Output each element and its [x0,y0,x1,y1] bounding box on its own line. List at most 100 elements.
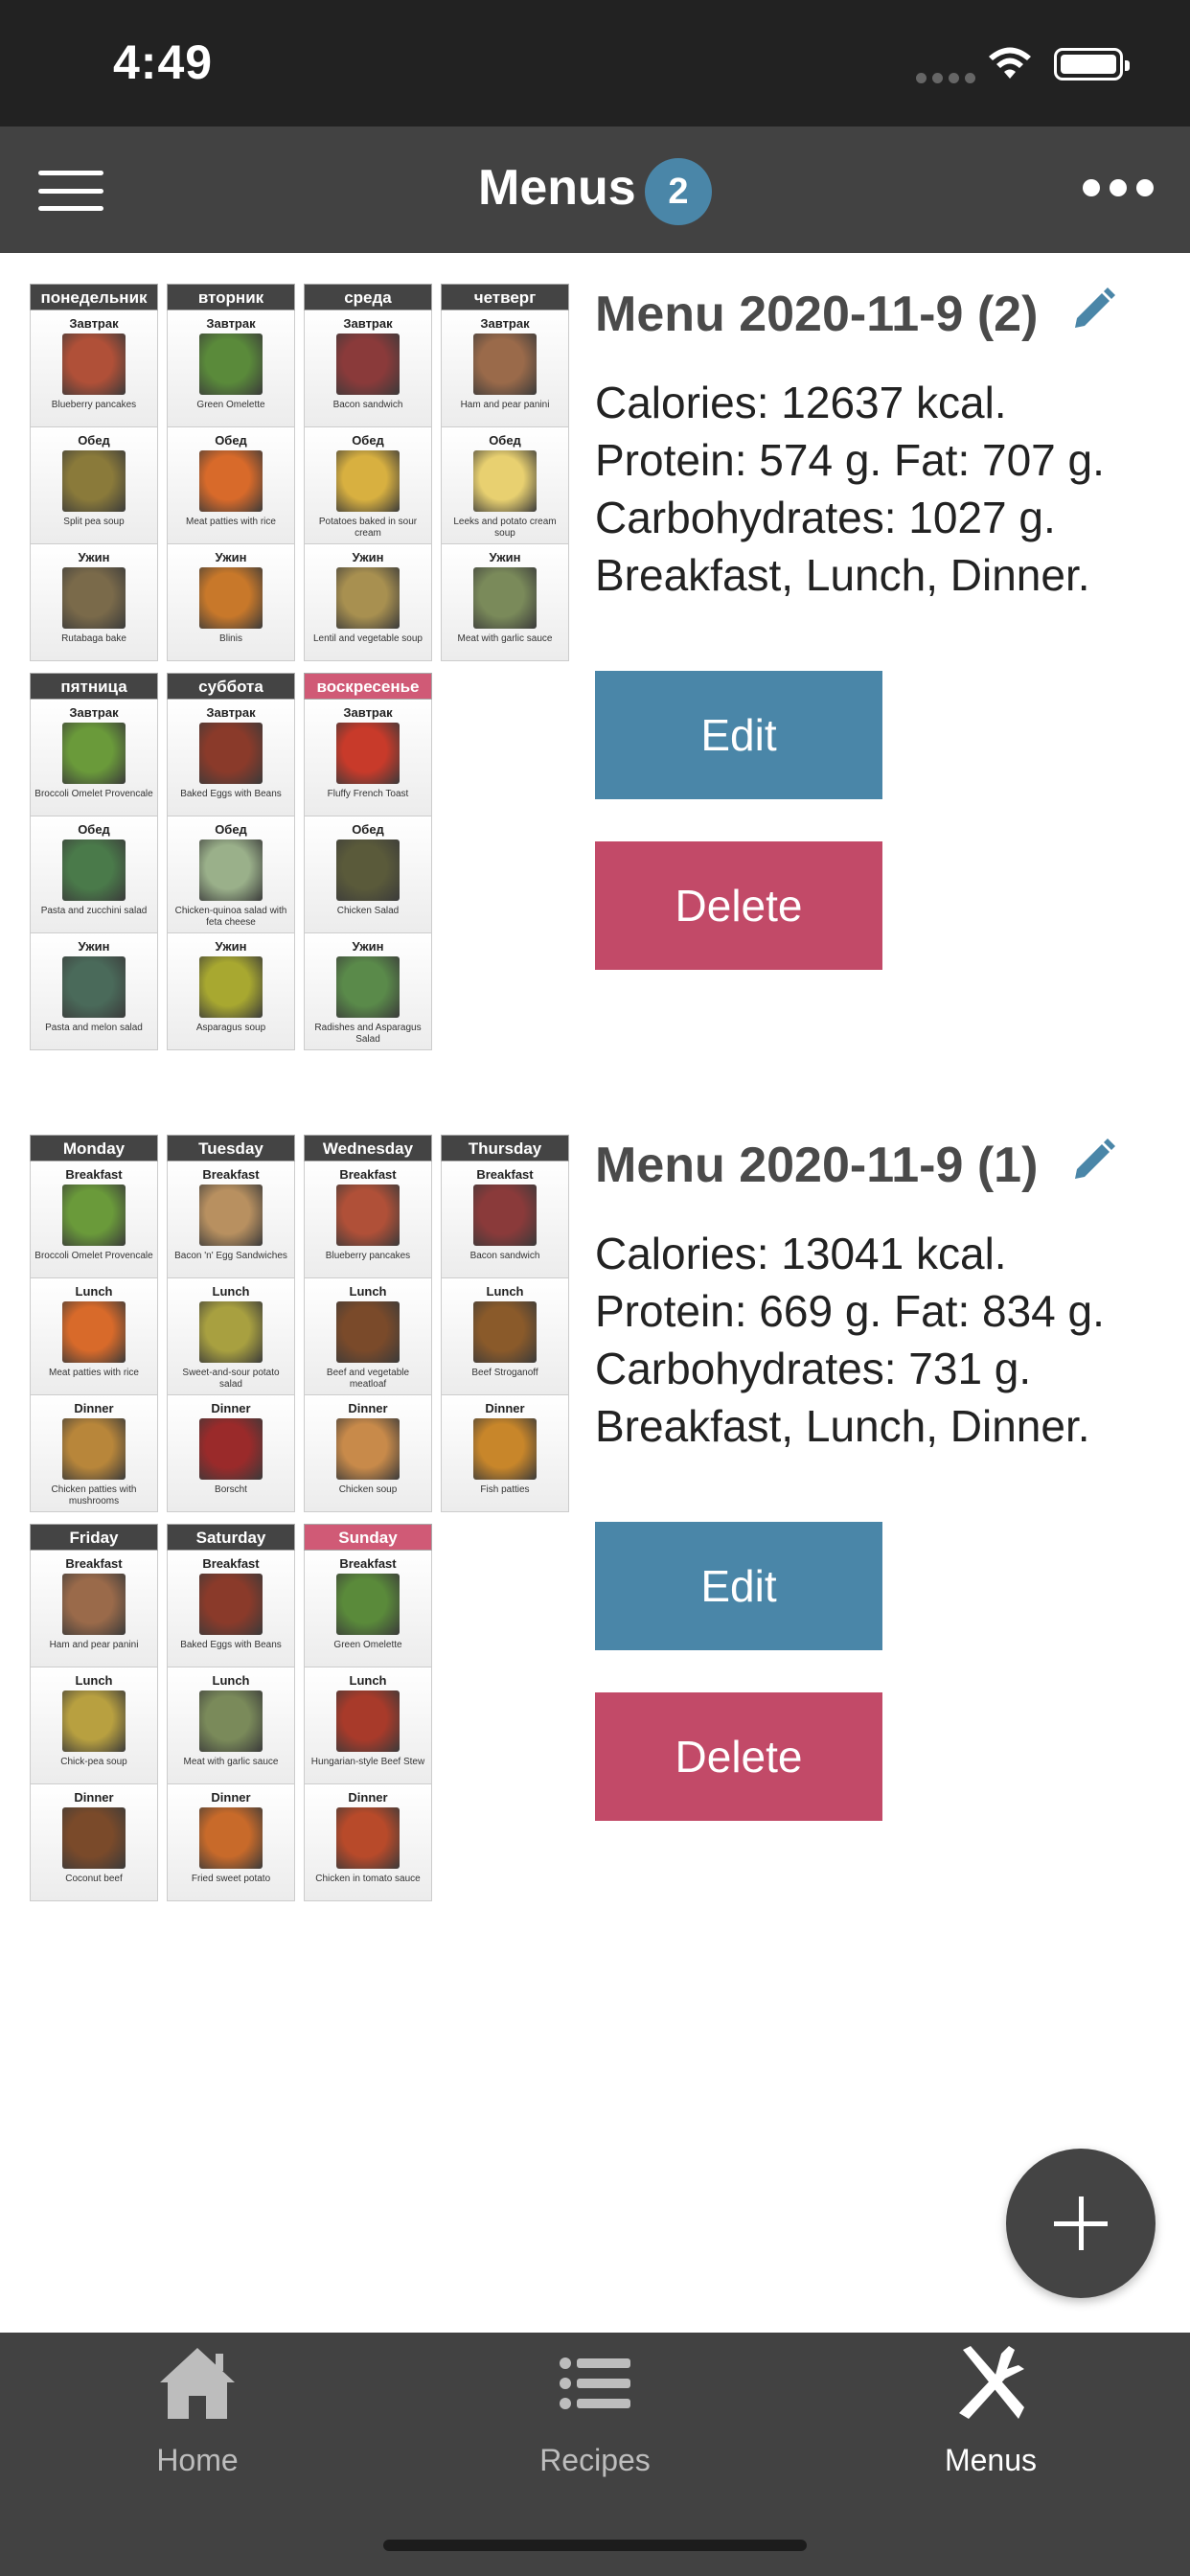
meal-cell[interactable]: Обед Chicken-quinoa salad with feta chees… [167,816,295,933]
meal-cell[interactable]: Ужин Meat with garlic sauce [441,544,569,661]
pencil-icon[interactable] [1069,1137,1117,1184]
meal-name: Meat patties with rice [186,517,276,527]
meal-cell[interactable]: Lunch Meat with garlic sauce [167,1668,295,1784]
meal-cell[interactable]: Завтрак Green Omelette [167,310,295,427]
edit-button[interactable]: Edit [595,1522,882,1650]
meal-cell[interactable]: Обед Split pea soup [30,427,158,544]
meal-photo [336,1418,400,1480]
meal-cell[interactable]: Ужин Blinis [167,544,295,661]
meal-type: Завтрак [343,705,393,720]
more-options-icon[interactable] [1083,179,1154,196]
meal-cell[interactable]: Lunch Chick-pea soup [30,1668,158,1784]
meal-cell[interactable]: Ужин Lentil and vegetable soup [304,544,432,661]
meal-cell[interactable]: Завтрак Ham and pear panini [441,310,569,427]
meal-cell[interactable]: Обед Pasta and zucchini salad [30,816,158,933]
day-column: пятница Завтрак Broccoli Omelet Provencale… [30,673,158,1050]
meal-cell[interactable]: Lunch Beef Stroganoff [441,1278,569,1395]
meal-cell[interactable]: Lunch Beef and vegetable meatloaf [304,1278,432,1395]
meal-cell[interactable]: Breakfast Blueberry pancakes [304,1162,432,1278]
meal-cell[interactable]: Dinner Chicken patties with mushrooms [30,1395,158,1512]
meal-cell[interactable]: Ужин Radishes and Asparagus Salad [304,933,432,1050]
meal-type: Ужин [352,939,384,954]
meal-cell[interactable]: Завтрак Bacon sandwich [304,310,432,427]
meal-photo [62,334,126,395]
meal-cell[interactable]: Dinner Borscht [167,1395,295,1512]
meal-cell[interactable]: Завтрак Fluffy French Toast [304,700,432,816]
meal-cell[interactable]: Breakfast Bacon sandwich [441,1162,569,1278]
meal-cell[interactable]: Dinner Fried sweet potato [167,1784,295,1901]
meal-type: Обед [78,822,110,837]
meal-photo [199,450,263,512]
meal-name: Potatoes baked in sour cream [318,517,418,539]
day-header: среда [304,284,432,310]
meal-type: Dinner [485,1401,525,1415]
meal-cell[interactable]: Lunch Meat patties with rice [30,1278,158,1395]
stat-carbohydrates: Carbohydrates: 1027 g. [595,493,1056,542]
meal-photo [199,840,263,901]
meal-cell[interactable]: Dinner Chicken in tomato sauce [304,1784,432,1901]
meal-photo [62,1184,126,1246]
meal-name: Bacon sandwich [332,400,403,410]
day-header: Friday [30,1524,158,1551]
meal-name: Coconut beef [65,1874,123,1884]
meal-photo [62,840,126,901]
meal-cell[interactable]: Breakfast Ham and pear panini [30,1551,158,1668]
meal-cell[interactable]: Dinner Fish patties [441,1395,569,1512]
meal-cell[interactable]: Завтрак Baked Eggs with Beans [167,700,295,816]
meal-cell[interactable]: Dinner Coconut beef [30,1784,158,1901]
day-header: Sunday [304,1524,432,1551]
meal-type: Dinner [348,1790,388,1805]
hamburger-menu-icon[interactable] [38,171,103,211]
meal-name: Chicken patties with mushrooms [51,1484,137,1506]
tab-recipes[interactable]: Recipes [451,2340,739,2522]
meal-name: Blinis [219,633,242,644]
tab-home[interactable]: Home [54,2340,341,2522]
meal-photo [473,567,537,629]
meal-cell[interactable]: Завтрак Blueberry pancakes [30,310,158,427]
delete-button[interactable]: Delete [595,1692,882,1821]
meal-name: Fluffy French Toast [327,789,409,799]
day-header: Thursday [441,1135,569,1162]
tab-label: Menus [944,2443,1038,2477]
meal-type: Обед [215,433,247,448]
meal-cell[interactable]: Lunch Sweet-and-sour potato salad [167,1278,295,1395]
meal-name: Broccoli Omelet Provencale [34,1251,153,1261]
meal-cell[interactable]: Завтрак Broccoli Omelet Provencale [30,700,158,816]
meal-cell[interactable]: Breakfast Bacon 'n' Egg Sandwiches [167,1162,295,1278]
add-menu-button[interactable] [1006,2149,1156,2298]
meal-cell[interactable]: Breakfast Green Omelette [304,1551,432,1668]
meal-cell[interactable]: Breakfast Baked Eggs with Beans [167,1551,295,1668]
meal-cell[interactable]: Ужин Rutabaga bake [30,544,158,661]
delete-button[interactable]: Delete [595,841,882,970]
meal-type: Завтрак [69,316,119,331]
pencil-icon[interactable] [1069,286,1117,334]
meal-name: Rutabaga bake [61,633,126,644]
meal-cell[interactable]: Обед Leeks and potato cream soup [441,427,569,544]
meal-photo [336,334,400,395]
meal-photo [62,567,126,629]
menu-stats: Calories: 13041 kcal. Protein: 669 g. Fa… [595,1225,1105,1455]
meal-type: Dinner [348,1401,388,1415]
meal-cell[interactable]: Breakfast Broccoli Omelet Provencale [30,1162,158,1278]
meal-cell[interactable]: Ужин Asparagus soup [167,933,295,1050]
meal-photo [473,1184,537,1246]
edit-button[interactable]: Edit [595,671,882,799]
meal-type: Завтрак [69,705,119,720]
meal-cell[interactable]: Обед Potatoes baked in sour cream [304,427,432,544]
meal-cell[interactable]: Обед Chicken Salad [304,816,432,933]
week-grid: понедельник Завтрак Blueberry pancakes Обед… [30,284,570,1079]
meal-type: Обед [352,822,384,837]
stat-calories: Calories: 13041 kcal. [595,1229,1007,1278]
meal-cell[interactable]: Lunch Hungarian-style Beef Stew [304,1668,432,1784]
meal-type: Ужин [215,550,247,564]
meal-name: Beef Stroganoff [471,1368,538,1378]
home-indicator [383,2540,807,2551]
meal-cell[interactable]: Ужин Pasta and melon salad [30,933,158,1050]
tab-menus[interactable]: Menus [847,2340,1134,2522]
meal-photo [473,1418,537,1480]
menu-stats: Calories: 12637 kcal. Protein: 574 g. Fa… [595,374,1105,604]
status-time: 4:49 [113,35,214,89]
meal-cell[interactable]: Обед Meat patties with rice [167,427,295,544]
meal-cell[interactable]: Dinner Chicken soup [304,1395,432,1512]
meal-name: Meat patties with rice [49,1368,139,1378]
